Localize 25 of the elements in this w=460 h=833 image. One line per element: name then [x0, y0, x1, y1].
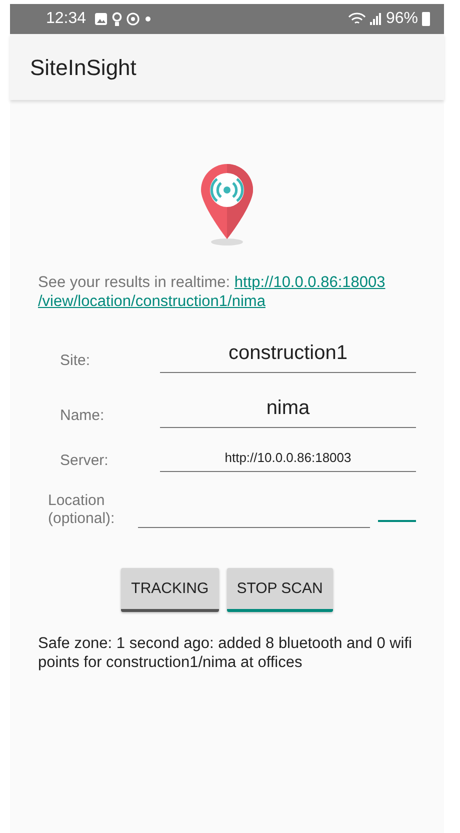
- battery-percent: 96%: [386, 9, 418, 29]
- circle-icon: [126, 12, 140, 26]
- dot-icon: [144, 15, 152, 23]
- field-label: Location (optional):: [48, 492, 116, 528]
- location-pin-icon: [198, 162, 256, 246]
- input-field[interactable]: http://10.0.0.86:18003: [160, 448, 416, 472]
- realtime-text: See your results in realtime: http://10.0.0.86:18003 /view/location/construction1/nima: [37, 274, 386, 312]
- action-button[interactable]: STOP SCAN: [226, 568, 333, 612]
- image-icon: [94, 12, 108, 26]
- wifi-icon: [348, 12, 366, 26]
- spinner-underline[interactable]: [378, 520, 416, 522]
- field-label: Server:: [60, 450, 110, 471]
- signal-icon: [370, 13, 382, 25]
- battery-icon: [422, 12, 430, 26]
- action-button[interactable]: TRACKING: [121, 568, 219, 612]
- app-title: SiteInSight: [30, 54, 136, 82]
- field-label: Name:: [60, 406, 106, 426]
- realtime-link[interactable]: /view/location/construction1/nima: [38, 292, 266, 310]
- realtime-link[interactable]: http://10.0.0.86:18003: [234, 274, 386, 291]
- input-field[interactable]: construction1: [160, 338, 416, 373]
- field-label: Site:: [60, 351, 92, 372]
- status-message: Safe zone: 1 second ago: added 8 bluetooth and 0 wifi points for construction1/nima at offices: [37, 634, 414, 673]
- status-time: 12:34: [46, 9, 86, 29]
- input-field[interactable]: nima: [160, 392, 416, 428]
- lightbulb-icon: [112, 12, 122, 26]
